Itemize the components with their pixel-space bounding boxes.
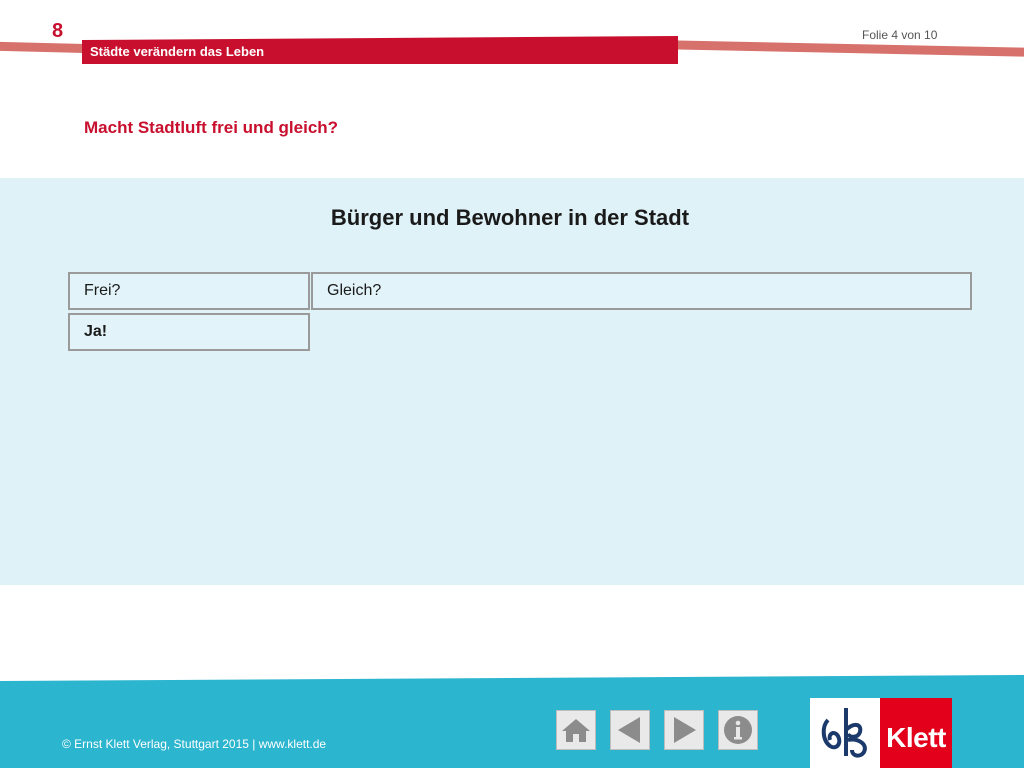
klett-emblem-icon	[821, 708, 867, 758]
info-button[interactable]	[718, 710, 758, 750]
content-heading: Bürger und Bewohner in der Stadt	[330, 205, 690, 230]
next-slide-button[interactable]	[664, 710, 704, 750]
content-panel	[0, 178, 1024, 585]
table-cell-frei-answer: Ja!	[68, 313, 310, 351]
chapter-title: Städte verändern das Leben	[90, 44, 265, 59]
copyright-text: © Ernst Klett Verlag, Stuttgart 2015 | w…	[62, 737, 327, 751]
slide-counter: Folie 4 von 10	[862, 28, 938, 42]
table-header-gleich: Gleich?	[311, 272, 972, 310]
arrow-left-icon	[618, 717, 640, 743]
arrow-right-icon	[674, 717, 696, 743]
home-button[interactable]	[556, 710, 596, 750]
header-decor-line-right	[672, 40, 1024, 57]
home-icon	[562, 719, 590, 742]
klett-wordmark: Klett	[886, 722, 946, 753]
table-header-frei: Frei?	[68, 272, 310, 310]
previous-slide-button[interactable]	[610, 710, 650, 750]
info-icon	[724, 716, 752, 744]
chapter-number: 8	[52, 20, 64, 42]
header-decor-line-left	[0, 41, 90, 54]
slide-question: Macht Stadtluft frei und gleich?	[84, 118, 339, 137]
